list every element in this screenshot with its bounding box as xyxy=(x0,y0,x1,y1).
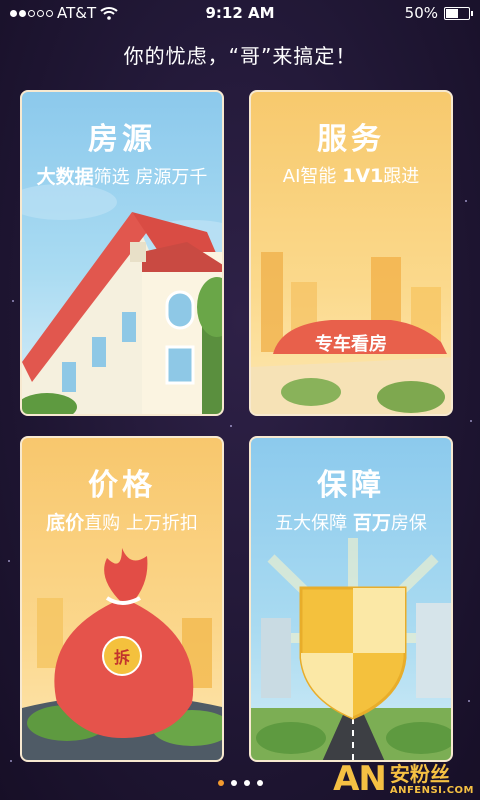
card-subtitle-bold: 大数据 xyxy=(36,166,94,188)
card-service[interactable]: 服务 AI智能 1V1跟进 专车看房 xyxy=(249,90,453,416)
card-title: 房源 xyxy=(88,122,156,157)
watermark-en: ANFENSI.COM xyxy=(389,785,474,796)
page-dot[interactable] xyxy=(230,780,237,786)
coin-label: 拆 xyxy=(113,648,130,667)
card-subtitle-pre: AI智能 xyxy=(282,166,343,187)
battery-icon xyxy=(444,6,473,20)
card-subtitle-bold: 1V1 xyxy=(342,165,384,187)
card-listings[interactable]: 房源 大数据筛选 房源万千 xyxy=(20,90,224,416)
card-subtitle-rest: 房保 xyxy=(390,513,427,534)
watermark-logo: AN xyxy=(333,759,387,799)
page-headline: 你的忧虑，“哥”来搞定！ xyxy=(123,44,357,68)
card-subtitle-pre: 五大保障 xyxy=(275,513,353,534)
card-subtitle: AI智能 1V1跟进 xyxy=(251,162,451,188)
car-banner-label: 专车看房 xyxy=(315,334,387,355)
card-subtitle: 大数据筛选 房源万千 xyxy=(22,162,222,189)
card-price[interactable]: 价格 底价直购 上万折扣 拆 xyxy=(20,436,224,762)
card-subtitle-rest: 直购 上万折扣 xyxy=(84,513,198,534)
watermark: AN 安粉丝 ANFENSI.COM xyxy=(333,762,474,796)
page-dot[interactable] xyxy=(243,780,250,786)
card-title: 保障 xyxy=(317,468,385,503)
card-title: 价格 xyxy=(88,468,156,503)
battery-percent: 50% xyxy=(404,4,438,22)
page-dot[interactable] xyxy=(217,780,224,786)
card-subtitle: 底价直购 上万折扣 xyxy=(22,508,222,535)
card-title: 服务 xyxy=(317,122,385,157)
card-subtitle-rest: 筛选 房源万千 xyxy=(93,167,208,188)
card-subtitle-bold: 底价 xyxy=(46,512,85,534)
card-subtitle: 五大保障 百万房保 xyxy=(251,508,451,535)
page-dot[interactable] xyxy=(256,780,263,786)
status-bar: AT&T 9:12 AM 50% xyxy=(0,0,480,28)
card-guarantee[interactable]: 保障 五大保障 百万房保 xyxy=(249,436,453,762)
card-subtitle-bold: 百万 xyxy=(352,512,391,534)
card-subtitle-rest: 跟进 xyxy=(383,166,420,187)
watermark-cn: 安粉丝 xyxy=(389,762,450,786)
